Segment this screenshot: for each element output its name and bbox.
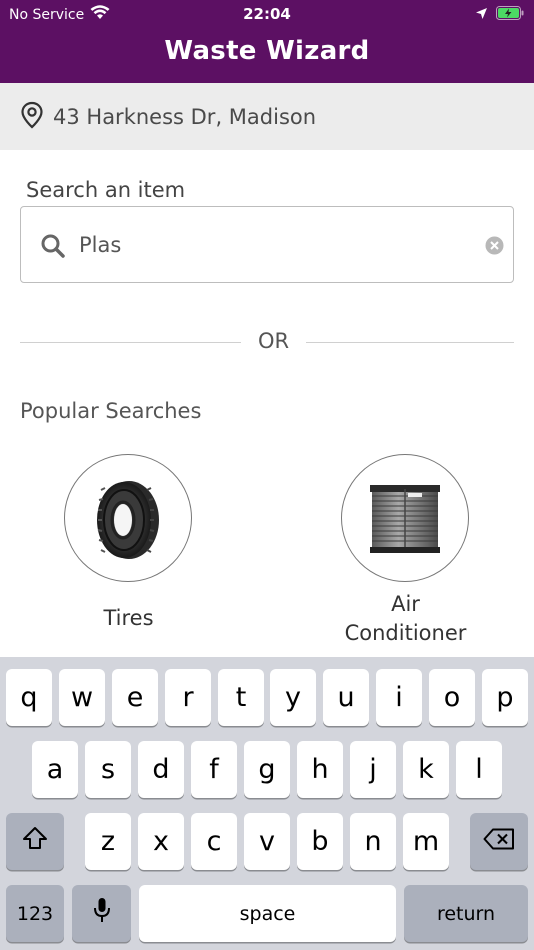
key-t[interactable]: t <box>218 669 264 726</box>
status-bar: No Service 22:04 <box>0 4 534 26</box>
popular-item-tires[interactable]: Tires <box>0 452 257 657</box>
popular-item-air-conditioner[interactable]: Air Conditioner <box>277 452 534 657</box>
page-title: Waste Wizard <box>164 36 370 66</box>
key-h[interactable]: h <box>297 741 343 798</box>
location-arrow-icon <box>475 7 488 24</box>
key-s[interactable]: s <box>85 741 131 798</box>
onscreen-keyboard: q w e r t y u i o p a s d f g h j k l z … <box>0 657 534 950</box>
dictation-key[interactable] <box>72 885 131 942</box>
return-key[interactable]: return <box>404 885 528 942</box>
shift-key[interactable] <box>6 813 64 870</box>
key-e[interactable]: e <box>112 669 158 726</box>
key-j[interactable]: j <box>350 741 396 798</box>
key-w[interactable]: w <box>59 669 105 726</box>
or-label: OR <box>257 329 290 353</box>
key-x[interactable]: x <box>138 813 184 870</box>
space-key[interactable]: space <box>139 885 396 942</box>
numbers-key[interactable]: 123 <box>6 885 64 942</box>
backspace-icon <box>483 826 515 857</box>
key-y[interactable]: y <box>270 669 316 726</box>
clear-circle-icon[interactable] <box>485 236 504 259</box>
status-right <box>475 6 524 24</box>
key-r[interactable]: r <box>165 669 211 726</box>
key-u[interactable]: u <box>323 669 369 726</box>
tires-label: Tires <box>103 606 154 630</box>
app-header: No Service 22:04 Waste Wizard <box>0 0 534 83</box>
key-z[interactable]: z <box>85 813 131 870</box>
key-m[interactable]: m <box>403 813 449 870</box>
key-p[interactable]: p <box>482 669 528 726</box>
key-v[interactable]: v <box>244 813 290 870</box>
key-q[interactable]: q <box>6 669 52 726</box>
key-g[interactable]: g <box>244 741 290 798</box>
location-pin-icon <box>20 101 44 133</box>
key-i[interactable]: i <box>376 669 422 726</box>
divider-line-right <box>306 342 514 343</box>
search-label: Search an item <box>26 178 186 202</box>
popular-searches-heading: Popular Searches <box>20 399 202 423</box>
address-bar[interactable]: 43 Harkness Dr, Madison <box>0 83 534 150</box>
key-o[interactable]: o <box>429 669 475 726</box>
key-k[interactable]: k <box>403 741 449 798</box>
key-l[interactable]: l <box>456 741 502 798</box>
search-icon <box>40 233 66 263</box>
air-conditioner-label-line2: Conditioner <box>344 621 467 645</box>
key-f[interactable]: f <box>191 741 237 798</box>
or-divider: OR <box>20 326 514 358</box>
battery-icon <box>496 6 524 24</box>
delete-key[interactable] <box>470 813 528 870</box>
divider-line-left <box>20 342 241 343</box>
key-a[interactable]: a <box>32 741 78 798</box>
status-time: 22:04 <box>243 5 291 23</box>
key-d[interactable]: d <box>138 741 184 798</box>
address-text: 43 Harkness Dr, Madison <box>53 104 317 129</box>
air-conditioner-label: Air Conditioner <box>277 590 534 648</box>
search-input[interactable] <box>79 227 479 263</box>
key-n[interactable]: n <box>350 813 396 870</box>
key-c[interactable]: c <box>191 813 237 870</box>
air-conditioner-label-line1: Air <box>391 592 420 616</box>
air-conditioner-image <box>341 454 469 582</box>
key-b[interactable]: b <box>297 813 343 870</box>
search-field[interactable] <box>20 206 514 283</box>
shift-icon <box>22 826 48 857</box>
tire-image <box>64 454 192 582</box>
microphone-icon <box>93 896 111 931</box>
